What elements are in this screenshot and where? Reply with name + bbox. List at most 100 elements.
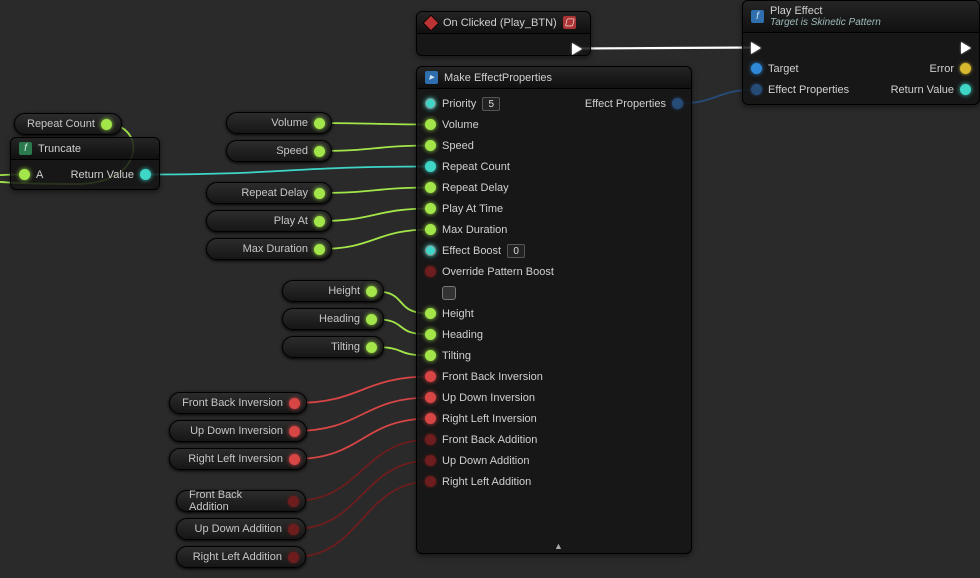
pin-label: Height [442, 308, 474, 320]
node-header[interactable]: ▸Make EffectProperties [417, 67, 691, 89]
param-label: Play At [274, 215, 308, 227]
function-icon: f [751, 10, 764, 23]
output-pin[interactable] [960, 63, 971, 74]
output-pin[interactable] [314, 244, 325, 255]
struct-input-row: Right Left Inversion [417, 408, 562, 429]
pin-label: Heading [442, 329, 483, 341]
inline-value[interactable]: 5 [482, 97, 500, 111]
node-title: Truncate [38, 143, 81, 155]
output-pin[interactable] [314, 188, 325, 199]
pin-label: Effect Properties [768, 84, 849, 96]
output-pin[interactable] [366, 286, 377, 297]
input-pin[interactable] [425, 245, 436, 256]
input-pin[interactable] [425, 350, 436, 361]
pin-label: Up Down Inversion [442, 392, 535, 404]
param-label: Max Duration [243, 243, 308, 255]
param-playAt[interactable]: Play At [206, 210, 332, 232]
on-clicked-node[interactable]: On Clicked (Play_BTN)▢ [416, 11, 591, 56]
param-udInv[interactable]: Up Down Inversion [169, 420, 307, 442]
output-pin[interactable] [288, 496, 299, 507]
output-pin[interactable] [140, 169, 151, 180]
output-pin[interactable] [289, 398, 300, 409]
override-checkbox[interactable] [442, 286, 456, 300]
node-body: AReturn Value [11, 160, 159, 189]
param-rlInv[interactable]: Right Left Inversion [169, 448, 307, 470]
param-label: Front Back Inversion [182, 397, 283, 409]
param-height[interactable]: Height [282, 280, 384, 302]
output-pin[interactable] [288, 552, 299, 563]
node-body [417, 34, 590, 56]
node-header[interactable]: fPlay EffectTarget is Skinetic Pattern [743, 1, 979, 33]
param-label: Right Left Addition [193, 551, 282, 563]
pin-label: Error [930, 63, 954, 75]
struct-input-row: Effect Boost0 [417, 240, 562, 261]
param-heading[interactable]: Heading [282, 308, 384, 330]
output-pin[interactable] [289, 426, 300, 437]
collapse-icon[interactable]: ▲ [554, 541, 563, 551]
input-pin[interactable] [425, 392, 436, 403]
input-pin[interactable] [425, 476, 436, 487]
param-label: Right Left Inversion [188, 453, 283, 465]
make-effectproperties-node[interactable]: ▸Make EffectPropertiesPriority5VolumeSpe… [416, 66, 692, 554]
input-pin[interactable] [425, 308, 436, 319]
pin-label: Up Down Addition [442, 455, 529, 467]
input-pin[interactable] [425, 266, 436, 277]
input-pin[interactable] [425, 329, 436, 340]
node-header[interactable]: f Truncate [11, 138, 159, 160]
input-pin[interactable] [425, 413, 436, 424]
exec-in-pin[interactable] [751, 42, 761, 54]
input-pin[interactable] [425, 203, 436, 214]
param-fbAdd[interactable]: Front Back Addition [176, 490, 306, 512]
param-repeatDelay[interactable]: Repeat Delay [206, 182, 332, 204]
repeat-count-variable[interactable]: Repeat Count [14, 113, 122, 135]
pin-label: Return Value [71, 169, 134, 181]
output-pin[interactable] [672, 98, 683, 109]
output-pin[interactable] [366, 314, 377, 325]
param-fbInv[interactable]: Front Back Inversion [169, 392, 307, 414]
param-label: Height [328, 285, 360, 297]
output-pin[interactable] [960, 84, 971, 95]
param-udAdd[interactable]: Up Down Addition [176, 518, 306, 540]
input-pin[interactable] [425, 98, 436, 109]
struct-input-row: Front Back Inversion [417, 366, 562, 387]
input-pin[interactable] [425, 455, 436, 466]
wire [320, 146, 431, 152]
output-pin[interactable] [366, 342, 377, 353]
node-header[interactable]: On Clicked (Play_BTN)▢ [417, 12, 590, 34]
input-pin[interactable] [751, 63, 762, 74]
pin-label: Max Duration [442, 224, 507, 236]
function-icon: f [19, 142, 32, 155]
output-pin[interactable] [101, 119, 112, 130]
play-effect-node[interactable]: fPlay EffectTarget is Skinetic PatternTa… [742, 0, 980, 105]
exec-out-pin[interactable] [572, 43, 582, 55]
input-pin[interactable] [751, 84, 762, 95]
param-speed[interactable]: Speed [226, 140, 332, 162]
input-pin[interactable] [19, 169, 30, 180]
input-pin[interactable] [425, 119, 436, 130]
param-label: Up Down Inversion [190, 425, 283, 437]
output-pin[interactable] [289, 454, 300, 465]
input-pin[interactable] [425, 140, 436, 151]
output-pin[interactable] [314, 216, 325, 227]
output-pin[interactable] [314, 146, 325, 157]
exec-out-pin[interactable] [961, 42, 971, 54]
input-pin[interactable] [425, 371, 436, 382]
param-tilting[interactable]: Tilting [282, 336, 384, 358]
wire [320, 209, 431, 222]
node-body: TargetEffect PropertiesErrorReturn Value [743, 33, 979, 104]
param-label: Repeat Delay [241, 187, 308, 199]
param-rlAdd[interactable]: Right Left Addition [176, 546, 306, 568]
input-pin[interactable] [425, 224, 436, 235]
output-pin[interactable] [314, 118, 325, 129]
input-pin[interactable] [425, 434, 436, 445]
output-pin[interactable] [288, 524, 299, 535]
param-volume[interactable]: Volume [226, 112, 332, 134]
input-pin[interactable] [425, 161, 436, 172]
pin-label: Right Left Inversion [442, 413, 537, 425]
pin-label: Speed [442, 140, 474, 152]
truncate-node[interactable]: f Truncate AReturn Value [10, 137, 160, 190]
input-pin[interactable] [425, 182, 436, 193]
inline-value[interactable]: 0 [507, 244, 525, 258]
param-maxDuration[interactable]: Max Duration [206, 238, 332, 260]
event-icon [423, 14, 440, 31]
